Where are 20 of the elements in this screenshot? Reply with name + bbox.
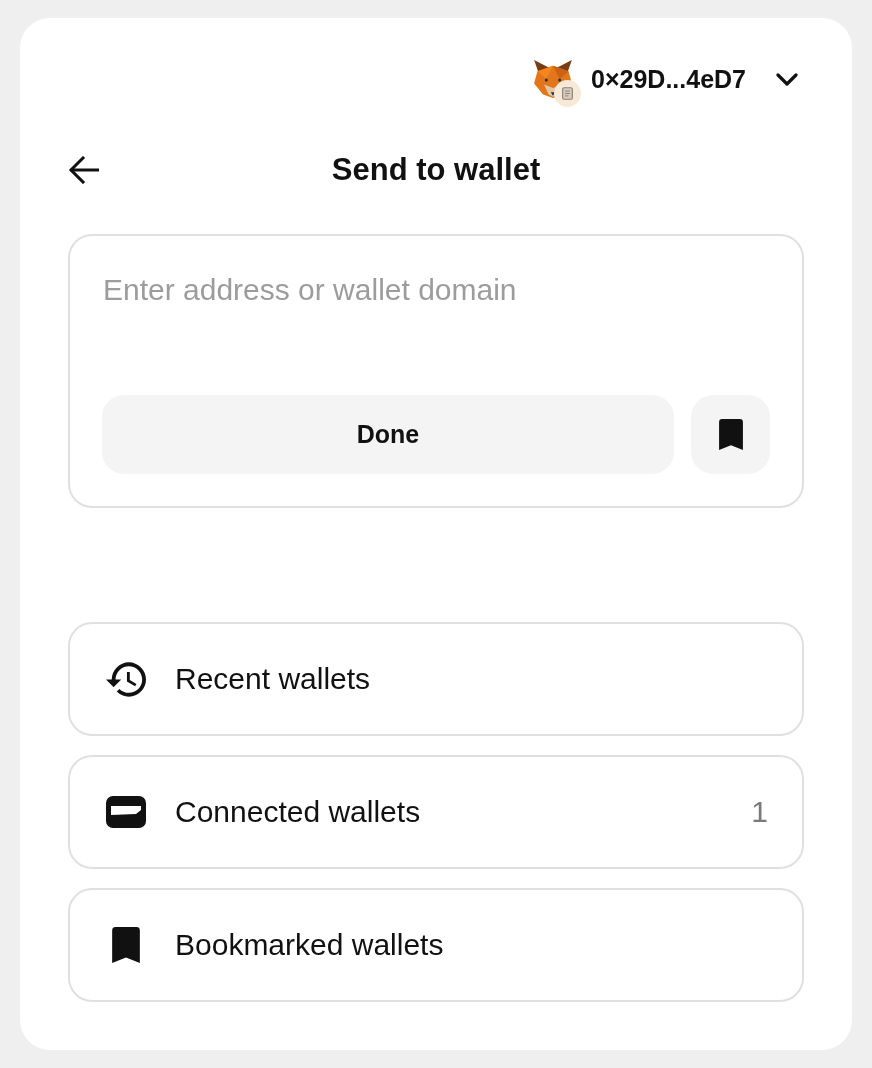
history-icon — [106, 661, 146, 697]
wallet-list-item[interactable]: Connected wallets 1 — [68, 755, 804, 869]
address-input[interactable]: Enter address or wallet domain — [102, 270, 770, 310]
page-title: Send to wallet — [331, 152, 541, 188]
bookmark-icon — [112, 927, 140, 963]
account-button[interactable]: 0×29D...4eD7 — [533, 58, 798, 108]
back-arrow-icon — [68, 156, 100, 184]
bookmark-icon — [718, 419, 743, 450]
wallet-list-label: Connected wallets — [175, 795, 422, 829]
wallet-icon — [106, 796, 146, 828]
chevron-down-icon — [776, 73, 798, 86]
wallet-list-label: Recent wallets — [175, 662, 372, 696]
done-button[interactable]: Done — [102, 395, 674, 474]
scroll-badge-icon — [554, 80, 582, 107]
wallet-list-label: Bookmarked wallets — [175, 928, 445, 962]
wallet-list-item[interactable]: Recent wallets — [68, 622, 804, 736]
wallet-list-item[interactable]: Bookmarked wallets — [68, 888, 804, 1002]
wallet-count: 1 — [751, 795, 768, 829]
bookmark-button[interactable] — [691, 395, 770, 474]
back-button[interactable] — [68, 154, 102, 186]
